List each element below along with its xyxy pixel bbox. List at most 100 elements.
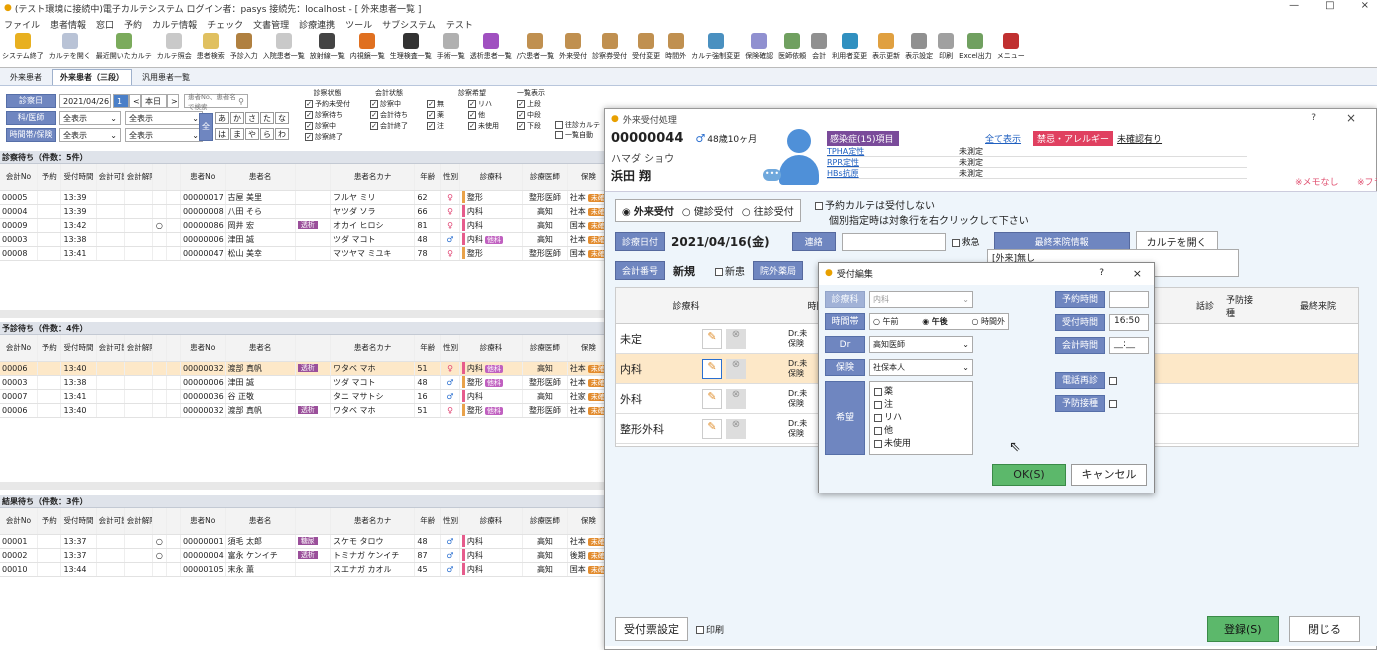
reception-radio[interactable]: ◉ 外来受付	[622, 203, 674, 218]
column-header[interactable]: 患者No	[180, 164, 226, 191]
kaikei-time-field[interactable]: __:__	[1109, 337, 1149, 354]
extra-option[interactable]: 往診カルテ	[555, 120, 600, 130]
toolbar-button[interactable]: /穴患者一覧	[517, 32, 554, 61]
toolbar-button[interactable]: 医師依頼	[778, 32, 806, 61]
toolbar-button[interactable]: カルテを開く	[49, 32, 91, 61]
column-header[interactable]: 診療科	[459, 164, 524, 191]
minimize-button[interactable]: —	[1289, 0, 1299, 11]
table-row[interactable]: 00004 13:39 00000008 八田 そら ヤツダ ソラ 66 ♀ 内科 高知 社本 未確…	[0, 204, 611, 219]
prev-day-button[interactable]: <	[129, 94, 141, 108]
dr-button[interactable]: Dr	[825, 336, 865, 353]
delete-icon[interactable]: ⊗	[726, 418, 746, 439]
uketsuke-field[interactable]: 16:50	[1109, 314, 1149, 331]
filter-option[interactable]: ✓ 診察終了	[305, 132, 350, 142]
filter-option[interactable]: ✓ 診察中	[305, 121, 350, 131]
toolbar-button[interactable]: 利用者変更	[832, 32, 867, 61]
menu-item[interactable]: 窓口	[96, 18, 114, 31]
close-button[interactable]: ×	[1361, 0, 1369, 11]
menu-item[interactable]: カルテ情報	[152, 18, 197, 31]
column-header[interactable]: 診療医師	[522, 335, 568, 362]
toolbar-button[interactable]: 会計	[811, 32, 828, 61]
delete-icon[interactable]: ⊗	[726, 388, 746, 409]
column-header[interactable]: 会計解除	[124, 164, 153, 191]
menu-item[interactable]: ファイル	[4, 18, 40, 31]
column-header[interactable]: 診療科	[459, 335, 524, 362]
am-radio[interactable]: ○ 午前	[873, 316, 899, 327]
column-header[interactable]: 予約	[37, 508, 62, 535]
column-header[interactable]: 患者No	[180, 508, 226, 535]
column-header[interactable]: 患者名	[225, 335, 296, 362]
edit-icon[interactable]: ✎	[702, 418, 722, 439]
menu-item[interactable]: 診療連携	[299, 18, 335, 31]
ext-radio[interactable]: ○ 時間外	[971, 316, 1005, 327]
help-button[interactable]: ?	[1311, 113, 1316, 123]
today-button[interactable]: 本日	[141, 94, 167, 108]
test-name[interactable]: RPR定性	[827, 157, 907, 168]
column-header[interactable]: 会計可能	[96, 508, 125, 535]
next-day-button[interactable]: >	[167, 94, 179, 108]
kana-button[interactable]: な	[275, 112, 289, 124]
yoyaku-field[interactable]	[1109, 291, 1149, 308]
kana-button[interactable]: た	[260, 112, 274, 124]
filter-option[interactable]: ✓ 診察中	[370, 99, 408, 109]
edit-help-button[interactable]: ?	[1099, 268, 1104, 278]
filter-option[interactable]: ✓ 上段	[517, 99, 545, 109]
kogai-button[interactable]: 院外薬局	[753, 261, 804, 280]
dr-select[interactable]: 高知医師 ⌄	[869, 336, 973, 353]
filter-option[interactable]: ✓ 中段	[517, 110, 545, 120]
column-header[interactable]: 会計可能	[96, 335, 125, 362]
unconfirmed-link[interactable]: 未確認有り	[1117, 132, 1162, 145]
filter-option[interactable]: ✓ 注	[427, 121, 462, 131]
toolbar-button[interactable]: カルテ強制変更	[691, 32, 740, 61]
edit-icon[interactable]: ✎	[702, 388, 722, 409]
menu-item[interactable]: 予約	[124, 18, 142, 31]
ka-select[interactable]: 全表示 ⌄	[59, 111, 121, 125]
kana-button[interactable]: ら	[260, 128, 274, 140]
toolbar-button[interactable]: 受付変更	[632, 32, 660, 61]
kana-button[interactable]: わ	[275, 128, 289, 140]
table-row[interactable]: 00010 13:44 00000105 末永 薫スエナガ カオル 45 ♂ 内科 高知 国本未…	[0, 562, 611, 577]
column-header[interactable]: 患者名カナ	[330, 164, 416, 191]
kana-button[interactable]: ま	[230, 128, 244, 140]
kana-button[interactable]: あ	[215, 112, 229, 124]
cancel-button[interactable]: キャンセル	[1071, 464, 1147, 486]
kana-button[interactable]: は	[215, 128, 229, 140]
calendar-button[interactable]: 1	[113, 94, 129, 108]
column-header[interactable]: 受付時間	[60, 164, 97, 191]
column-header[interactable]: 会計解除	[124, 508, 153, 535]
column-header[interactable]: 年齢	[414, 164, 442, 191]
kana-button[interactable]: か	[230, 112, 244, 124]
column-header[interactable]: 性別	[440, 508, 460, 535]
filter-option[interactable]: ✓ 下段	[517, 121, 545, 131]
column-header[interactable]: 性別	[440, 164, 460, 191]
filter-option[interactable]: ✓ 会計終了	[370, 121, 408, 131]
scrollbar-1[interactable]	[0, 310, 610, 318]
column-header[interactable]: 予約	[37, 335, 62, 362]
toolbar-button[interactable]: システム終了	[2, 32, 44, 61]
date-field[interactable]: 2021/04/26	[59, 94, 111, 108]
dialog-close-button[interactable]: ×	[1346, 111, 1356, 125]
close-dialog-button[interactable]: 閉じる	[1289, 616, 1360, 642]
toolbar-button[interactable]: 表示設定	[905, 32, 933, 61]
table-row[interactable]: 00003 13:38 00000006 津田 誠ツダ マコト 48 ♂ 内科 他科 高知 社本未…	[0, 232, 611, 247]
table-row[interactable]: 00006 13:40 00000032 渡部 真帆 透析 ワタベ マホ 51 ♀ 内科 他科 高知…	[0, 361, 611, 376]
table-row[interactable]: 00005 13:39 00000017 古屋 美里 フルヤ ミリ 62 ♀ 整形 整形医師 社本…	[0, 190, 611, 205]
column-header[interactable]: 受付時間	[60, 508, 97, 535]
test-name[interactable]: TPHA定性	[827, 146, 907, 157]
dept-select[interactable]: 内科 ⌄	[869, 291, 973, 308]
pm-radio[interactable]: ◉ 午後	[922, 316, 948, 327]
column-header[interactable]: 患者名カナ	[330, 508, 416, 535]
filter-option[interactable]: ✓ 診察待ち	[305, 110, 350, 120]
table-row[interactable]: 00009 13:42 ○ 00000086 岡井 宏透析 オカイ ヒロシ 81 ♀ 内科 高知国…	[0, 218, 611, 233]
column-header[interactable]: 会計No	[0, 508, 38, 535]
column-header[interactable]	[295, 335, 331, 362]
column-header[interactable]: 会計解除	[124, 335, 153, 362]
column-header[interactable]: 会計No	[0, 335, 38, 362]
filter-option[interactable]: ✓ 未使用	[468, 121, 517, 131]
column-header[interactable]: 受付時間	[60, 335, 97, 362]
menu-item[interactable]: チェック	[207, 18, 243, 31]
table-row[interactable]: 00008 13:41 00000047 松山 美幸 マツヤマ ミユキ 78 ♀ 整形 整形医師…	[0, 246, 611, 261]
toolbar-button[interactable]: 時間外	[665, 32, 686, 61]
register-button[interactable]: 登録(S)	[1207, 616, 1279, 642]
column-header[interactable]: 診療医師	[522, 164, 568, 191]
